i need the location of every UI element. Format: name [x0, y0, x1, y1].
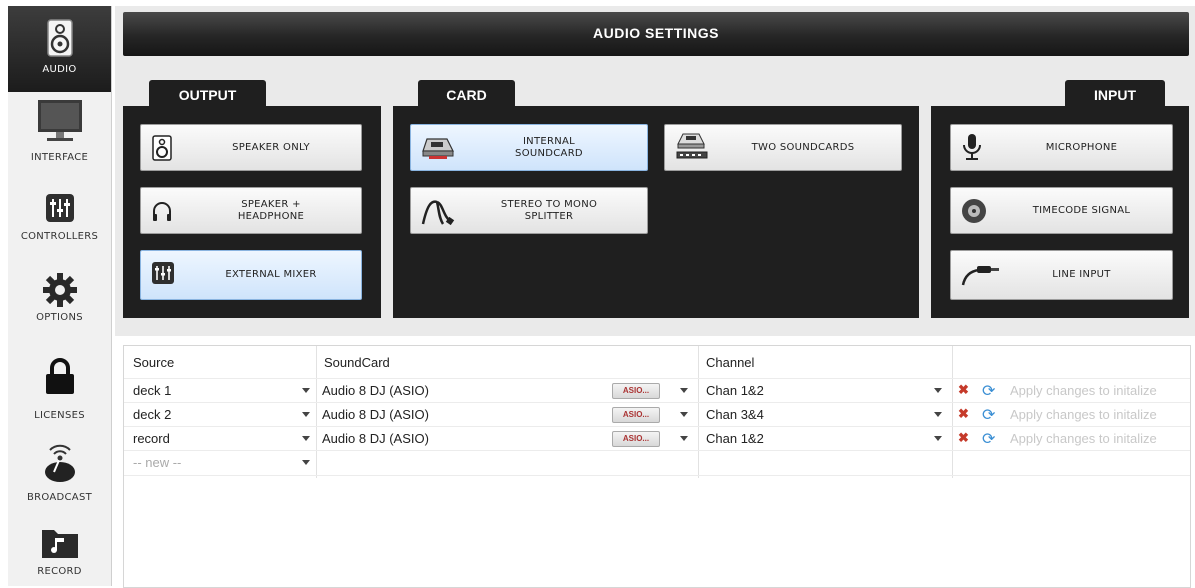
two-soundcards-icon: [676, 133, 708, 159]
lock-icon: [45, 358, 74, 394]
chevron-down-icon[interactable]: [934, 412, 942, 417]
source-select[interactable]: record: [133, 431, 170, 446]
monitor-icon: [37, 100, 82, 141]
two-soundcards-button[interactable]: TWO SOUNDCARDS: [664, 124, 902, 171]
mixer-faders-icon: [45, 194, 74, 222]
speaker-icon: [46, 19, 73, 57]
sidebar-item-label: AUDIO: [42, 64, 77, 75]
internal-soundcard-button[interactable]: INTERNAL SOUNDCARD: [410, 124, 648, 171]
mixer-faders-icon: [152, 262, 174, 284]
sidebar-item-options[interactable]: OPTIONS: [8, 268, 111, 344]
stereo-to-mono-splitter-button[interactable]: STEREO TO MONO SPLITTER: [410, 187, 648, 234]
header-source: Source: [133, 355, 175, 370]
chevron-down-icon[interactable]: [680, 388, 688, 393]
sidebar-item-label: OPTIONS: [36, 312, 83, 323]
page-title: AUDIO SETTINGS: [592, 25, 719, 41]
external-mixer-button[interactable]: EXTERNAL MIXER: [140, 250, 362, 300]
chevron-down-icon[interactable]: [302, 412, 310, 417]
header-soundcard: SoundCard: [324, 355, 390, 370]
chevron-down-icon[interactable]: [302, 436, 310, 441]
channel-select[interactable]: Chan 3&4: [706, 407, 764, 422]
microphone-icon: [963, 134, 981, 160]
line-input-button[interactable]: LINE INPUT: [950, 250, 1173, 300]
button-label: TIMECODE SIGNAL: [1032, 204, 1131, 216]
table-row: deck 2 Audio 8 DJ (ASIO) ASIO... Chan 3&…: [124, 403, 1190, 426]
source-select[interactable]: deck 2: [133, 407, 171, 422]
page-title-bar: AUDIO SETTINGS: [123, 12, 1189, 56]
chevron-down-icon[interactable]: [934, 436, 942, 441]
speaker-icon: [152, 135, 172, 161]
sidebar-item-controllers[interactable]: CONTROLLERS: [8, 189, 111, 259]
chevron-down-icon[interactable]: [680, 412, 688, 417]
channel-select[interactable]: Chan 1&2: [706, 383, 764, 398]
apply-changes-text: Apply changes to initalize: [1010, 407, 1157, 422]
sidebar-item-label: CONTROLLERS: [20, 231, 99, 242]
sidebar-item-label: LICENSES: [34, 410, 85, 421]
sidebar: AUDIO INTERFACE CONTROLLERS OPTIONS LICE…: [8, 6, 112, 586]
sidebar-item-label: BROADCAST: [26, 492, 93, 503]
button-label: SPEAKER ONLY: [232, 141, 310, 153]
splitter-cable-icon: [421, 200, 455, 226]
asio-config-button[interactable]: ASIO...: [612, 431, 660, 447]
sidebar-item-licenses[interactable]: LICENSES: [8, 356, 111, 432]
sidebar-item-label: INTERFACE: [30, 152, 89, 163]
speaker-only-button[interactable]: SPEAKER ONLY: [140, 124, 362, 171]
button-label: LINE INPUT: [1052, 269, 1111, 280]
speaker-headphone-button[interactable]: SPEAKER + HEADPHONE: [140, 187, 362, 234]
asio-config-button[interactable]: ASIO...: [612, 407, 660, 423]
button-label: STEREO TO MONO SPLITTER: [500, 198, 598, 222]
apply-changes-text: Apply changes to initalize: [1010, 383, 1157, 398]
button-label: SPEAKER + HEADPHONE: [237, 198, 305, 222]
row-divider: [124, 475, 1190, 476]
audio-routing-table: Source SoundCard Channel deck 1 Audio 8 …: [123, 345, 1191, 588]
sidebar-item-broadcast[interactable]: BROADCAST: [8, 438, 111, 514]
soundcard-icon: [422, 138, 454, 159]
new-source-select[interactable]: -- new --: [133, 455, 181, 470]
asio-config-button[interactable]: ASIO...: [612, 383, 660, 399]
header-channel: Channel: [706, 355, 755, 370]
cable-jack-icon: [961, 266, 999, 286]
vinyl-icon: [962, 199, 986, 223]
tab-input: INPUT: [1065, 80, 1165, 108]
sidebar-item-record[interactable]: RECORD: [8, 524, 111, 586]
delete-icon[interactable]: ✖: [958, 382, 969, 398]
refresh-icon[interactable]: ⟳: [982, 405, 995, 425]
apply-changes-text: Apply changes to initalize: [1010, 431, 1157, 446]
sidebar-item-audio[interactable]: AUDIO: [8, 6, 111, 92]
delete-icon[interactable]: ✖: [958, 406, 969, 422]
source-select[interactable]: deck 1: [133, 383, 171, 398]
refresh-icon[interactable]: ⟳: [982, 429, 995, 449]
soundcard-select[interactable]: Audio 8 DJ (ASIO): [322, 407, 429, 422]
new-row: -- new --: [124, 451, 1190, 474]
soundcard-select[interactable]: Audio 8 DJ (ASIO): [322, 431, 429, 446]
button-label: TWO SOUNDCARDS: [751, 141, 855, 153]
chevron-down-icon[interactable]: [934, 388, 942, 393]
table-row: deck 1 Audio 8 DJ (ASIO) ASIO... Chan 1&…: [124, 379, 1190, 402]
headphone-icon: [153, 202, 171, 221]
channel-select[interactable]: Chan 1&2: [706, 431, 764, 446]
chevron-down-icon[interactable]: [680, 436, 688, 441]
delete-icon[interactable]: ✖: [958, 430, 969, 446]
button-label: INTERNAL SOUNDCARD: [515, 135, 583, 159]
timecode-signal-button[interactable]: TIMECODE SIGNAL: [950, 187, 1173, 234]
gear-icon: [42, 273, 77, 307]
sidebar-item-label: RECORD: [37, 566, 82, 577]
button-label: MICROPHONE: [1045, 141, 1118, 153]
sidebar-item-interface[interactable]: INTERFACE: [8, 98, 111, 178]
refresh-icon[interactable]: ⟳: [982, 381, 995, 401]
tab-output: OUTPUT: [149, 80, 266, 108]
folder-music-icon: [41, 530, 78, 558]
chevron-down-icon[interactable]: [302, 388, 310, 393]
broadcast-icon: [44, 444, 75, 482]
chevron-down-icon[interactable]: [302, 460, 310, 465]
tab-card: CARD: [418, 80, 515, 108]
button-label: EXTERNAL MIXER: [225, 269, 317, 280]
table-row: record Audio 8 DJ (ASIO) ASIO... Chan 1&…: [124, 427, 1190, 450]
soundcard-select[interactable]: Audio 8 DJ (ASIO): [322, 383, 429, 398]
microphone-button[interactable]: MICROPHONE: [950, 124, 1173, 171]
